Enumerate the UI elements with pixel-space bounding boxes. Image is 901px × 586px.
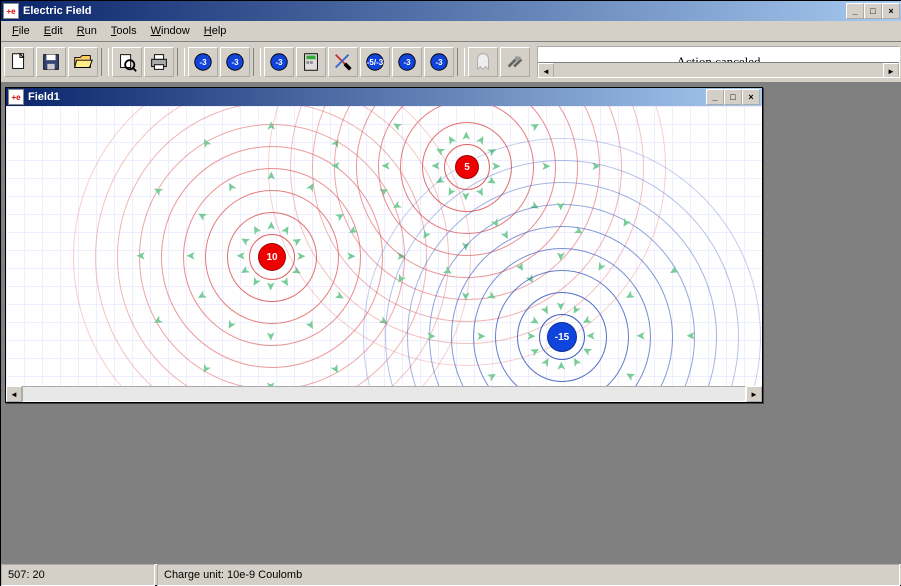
maximize-button[interactable]: □ bbox=[864, 3, 882, 19]
menu-file[interactable]: File bbox=[5, 23, 37, 39]
app-titlebar: +e Electric Field _ □ × bbox=[1, 1, 901, 21]
field-arrow-icon: ➤ bbox=[586, 330, 596, 342]
field-arrow-icon: ➤ bbox=[555, 301, 567, 311]
field-arrow-icon: ➤ bbox=[136, 250, 146, 262]
field-arrow-icon: ➤ bbox=[236, 250, 246, 262]
place-charge-neg3-b-button[interactable]: -3 bbox=[220, 47, 250, 77]
charge-10[interactable]: 10 bbox=[258, 243, 286, 271]
close-button[interactable]: × bbox=[882, 3, 900, 19]
toolbar-separator bbox=[253, 48, 261, 76]
ghost-tool-button[interactable] bbox=[468, 47, 498, 77]
app-icon: +e bbox=[3, 3, 19, 19]
save-file-button[interactable] bbox=[36, 47, 66, 77]
toolbar: -3-3-3-5/-3-3-3 Action canceled ◄ ► bbox=[1, 42, 901, 83]
field-arrow-icon: ➤ bbox=[426, 330, 436, 342]
scroll-right-icon[interactable]: ► bbox=[746, 386, 762, 402]
field-canvas[interactable]: ➤➤➤➤➤➤➤➤➤➤➤➤➤➤➤➤➤➤➤➤➤➤➤➤➤➤➤➤➤➤➤➤➤➤➤➤➤➤➤➤… bbox=[6, 106, 762, 386]
move-charge-button[interactable]: -3 bbox=[264, 47, 294, 77]
scroll-left-icon[interactable]: ◄ bbox=[6, 386, 22, 402]
status-coords: 507: 20 bbox=[1, 564, 155, 586]
field-arrow-icon: ➤ bbox=[381, 160, 391, 172]
open-file-button[interactable] bbox=[68, 47, 98, 77]
toolbar-separator bbox=[457, 48, 465, 76]
menubar: FileEditRunToolsWindowHelp bbox=[1, 21, 901, 42]
new-file-button[interactable] bbox=[4, 47, 34, 77]
child-title: Field1 bbox=[28, 91, 706, 103]
field-arrow-icon: ➤ bbox=[265, 381, 277, 386]
menu-edit[interactable]: Edit bbox=[37, 23, 70, 39]
child-maximize-button[interactable]: □ bbox=[724, 89, 742, 105]
field-arrow-icon: ➤ bbox=[555, 201, 567, 211]
field-arrow-icon: ➤ bbox=[686, 330, 696, 342]
menu-tools[interactable]: Tools bbox=[104, 23, 144, 39]
child-h-scrollbar[interactable]: ◄ ► bbox=[6, 386, 762, 402]
field-arrow-icon: ➤ bbox=[331, 160, 341, 172]
message-panel: Action canceled ◄ ► bbox=[537, 46, 900, 78]
menu-run[interactable]: Run bbox=[70, 23, 104, 39]
settings-button[interactable] bbox=[500, 47, 530, 77]
scroll-left-icon[interactable]: ◄ bbox=[538, 63, 554, 78]
child-titlebar: +e Field1 _ □ × bbox=[6, 88, 762, 106]
message-scrollbar[interactable]: ◄ ► bbox=[538, 62, 899, 77]
field-arrow-icon: ➤ bbox=[460, 131, 472, 141]
status-unit: Charge unit: 10e-9 Coulomb bbox=[157, 564, 900, 586]
scroll-right-icon[interactable]: ► bbox=[883, 63, 899, 78]
app-title: Electric Field bbox=[23, 5, 846, 17]
print-preview-button[interactable] bbox=[112, 47, 142, 77]
menu-help[interactable]: Help bbox=[197, 23, 234, 39]
field-arrow-icon: ➤ bbox=[636, 330, 646, 342]
scroll-track[interactable] bbox=[22, 386, 746, 402]
field-arrow-icon: ➤ bbox=[431, 160, 441, 172]
field-child-window: +e Field1 _ □ × ➤➤➤➤➤➤➤➤➤➤➤➤➤➤➤➤➤➤➤➤➤➤➤➤… bbox=[5, 87, 763, 403]
place-charge-neg3-a-button[interactable]: -3 bbox=[188, 47, 218, 77]
field-arrow-icon: ➤ bbox=[265, 281, 277, 291]
field-arrow-icon: ➤ bbox=[186, 250, 196, 262]
menu-window[interactable]: Window bbox=[144, 23, 197, 39]
field-arrow-icon: ➤ bbox=[526, 330, 536, 342]
equipotential-button[interactable]: -3 bbox=[424, 47, 454, 77]
toolbar-separator bbox=[177, 48, 185, 76]
minimize-button[interactable]: _ bbox=[846, 3, 864, 19]
print-button[interactable] bbox=[144, 47, 174, 77]
toolbar-separator bbox=[101, 48, 109, 76]
app-window: +e Electric Field _ □ × FileEditRunTools… bbox=[0, 0, 901, 586]
child-icon: +e bbox=[8, 89, 24, 105]
statusbar: 507: 20 Charge unit: 10e-9 Coulomb bbox=[1, 564, 901, 585]
calculator-button[interactable] bbox=[296, 47, 326, 77]
charge--15[interactable]: -15 bbox=[547, 322, 577, 352]
multi-charge-button[interactable]: -5/-3 bbox=[360, 47, 390, 77]
child-close-button[interactable]: × bbox=[742, 89, 760, 105]
field-arrow-icon: ➤ bbox=[555, 251, 567, 261]
field-arrow-icon: ➤ bbox=[476, 330, 486, 342]
charge-5[interactable]: 5 bbox=[455, 155, 479, 179]
field-arrow-icon: ➤ bbox=[555, 361, 567, 371]
child-minimize-button[interactable]: _ bbox=[706, 89, 724, 105]
eraser-button[interactable] bbox=[328, 47, 358, 77]
field-arrow-icon: ➤ bbox=[265, 331, 277, 341]
field-lines-button[interactable]: -3 bbox=[392, 47, 422, 77]
mdi-workspace: +e Field1 _ □ × ➤➤➤➤➤➤➤➤➤➤➤➤➤➤➤➤➤➤➤➤➤➤➤➤… bbox=[1, 83, 901, 564]
